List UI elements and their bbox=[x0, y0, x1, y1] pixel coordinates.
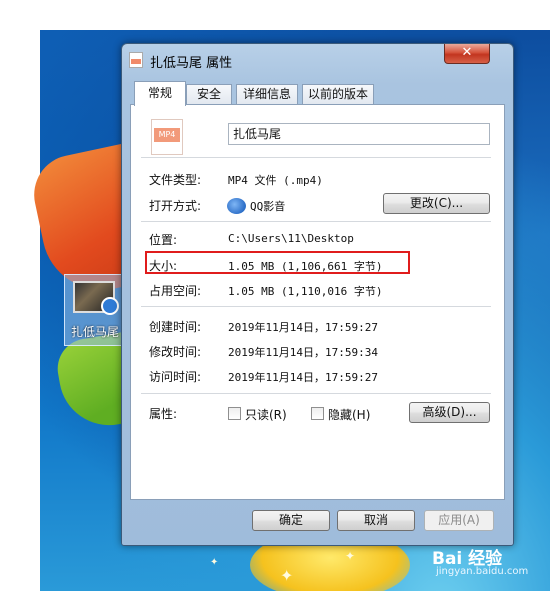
qq-player-badge-icon bbox=[101, 297, 119, 315]
open-with-label: 打开方式: bbox=[149, 199, 202, 213]
watermark-url: jingyan.baidu.com bbox=[436, 566, 529, 577]
location-value: C:\Users\11\Desktop bbox=[228, 232, 354, 245]
size-highlight-box bbox=[145, 251, 410, 274]
desktop-file-icon[interactable]: 扎低马尾 bbox=[64, 274, 124, 346]
tab-general[interactable]: 常规 bbox=[134, 81, 186, 106]
size-on-disk-value: 1.05 MB (1,110,016 字节) bbox=[228, 285, 383, 298]
sparkle-icon: ✦ bbox=[345, 549, 356, 563]
file-icon bbox=[129, 52, 143, 68]
readonly-label[interactable]: 只读(R) bbox=[245, 406, 287, 423]
mp4-file-icon: MP4 bbox=[151, 119, 183, 155]
desktop-icon-label: 扎低马尾 bbox=[70, 325, 119, 339]
close-button[interactable]: ✕ bbox=[444, 44, 490, 64]
apply-button[interactable]: 应用(A) bbox=[424, 510, 494, 531]
divider bbox=[141, 393, 491, 394]
size-on-disk-label: 占用空间: bbox=[149, 284, 202, 298]
cancel-button[interactable]: 取消 bbox=[337, 510, 415, 531]
hidden-checkbox[interactable] bbox=[311, 407, 324, 420]
location-label: 位置: bbox=[149, 233, 178, 247]
general-tab-panel: MP4 扎低马尾 文件类型: MP4 文件 (.mp4) 打开方式: QQ影音 … bbox=[130, 104, 505, 500]
accessed-label: 访问时间: bbox=[149, 370, 202, 384]
file-icon-text: MP4 bbox=[154, 128, 180, 142]
open-with-value: QQ影音 bbox=[250, 200, 286, 213]
sparkle-icon: ✦ bbox=[280, 566, 294, 585]
advanced-button[interactable]: 高级(D)... bbox=[409, 402, 490, 423]
created-value: 2019年11月14日，17:59:27 bbox=[228, 321, 378, 334]
sparkle-icon: ✦ bbox=[210, 557, 219, 568]
properties-window: 扎低马尾 属性 ✕ 常规 安全 详细信息 以前的版本 MP4 扎低马尾 文件类型… bbox=[121, 43, 514, 546]
window-title: 扎低马尾 属性 bbox=[150, 56, 233, 71]
accessed-value: 2019年11月14日，17:59:27 bbox=[228, 371, 378, 384]
hidden-label[interactable]: 隐藏(H) bbox=[328, 406, 370, 423]
file-type-label: 文件类型: bbox=[149, 173, 202, 187]
readonly-checkbox[interactable] bbox=[228, 407, 241, 420]
divider bbox=[141, 306, 491, 307]
file-name-input[interactable]: 扎低马尾 bbox=[228, 123, 490, 145]
modified-value: 2019年11月14日，17:59:34 bbox=[228, 346, 378, 359]
qq-player-icon bbox=[227, 198, 246, 214]
modified-label: 修改时间: bbox=[149, 345, 202, 359]
title-bar[interactable]: 扎低马尾 属性 ✕ bbox=[122, 44, 513, 74]
attributes-label: 属性: bbox=[149, 407, 178, 421]
screenshot-margin-left bbox=[0, 0, 40, 591]
screenshot-margin-top bbox=[0, 0, 550, 30]
created-label: 创建时间: bbox=[149, 320, 202, 334]
divider bbox=[141, 221, 491, 222]
file-type-value: MP4 文件 (.mp4) bbox=[228, 174, 323, 187]
tab-security[interactable]: 安全 bbox=[186, 84, 232, 105]
tab-previous-versions[interactable]: 以前的版本 bbox=[302, 84, 374, 105]
change-button[interactable]: 更改(C)... bbox=[383, 193, 490, 214]
divider bbox=[141, 157, 491, 158]
ok-button[interactable]: 确定 bbox=[252, 510, 330, 531]
tab-details[interactable]: 详细信息 bbox=[236, 84, 298, 105]
